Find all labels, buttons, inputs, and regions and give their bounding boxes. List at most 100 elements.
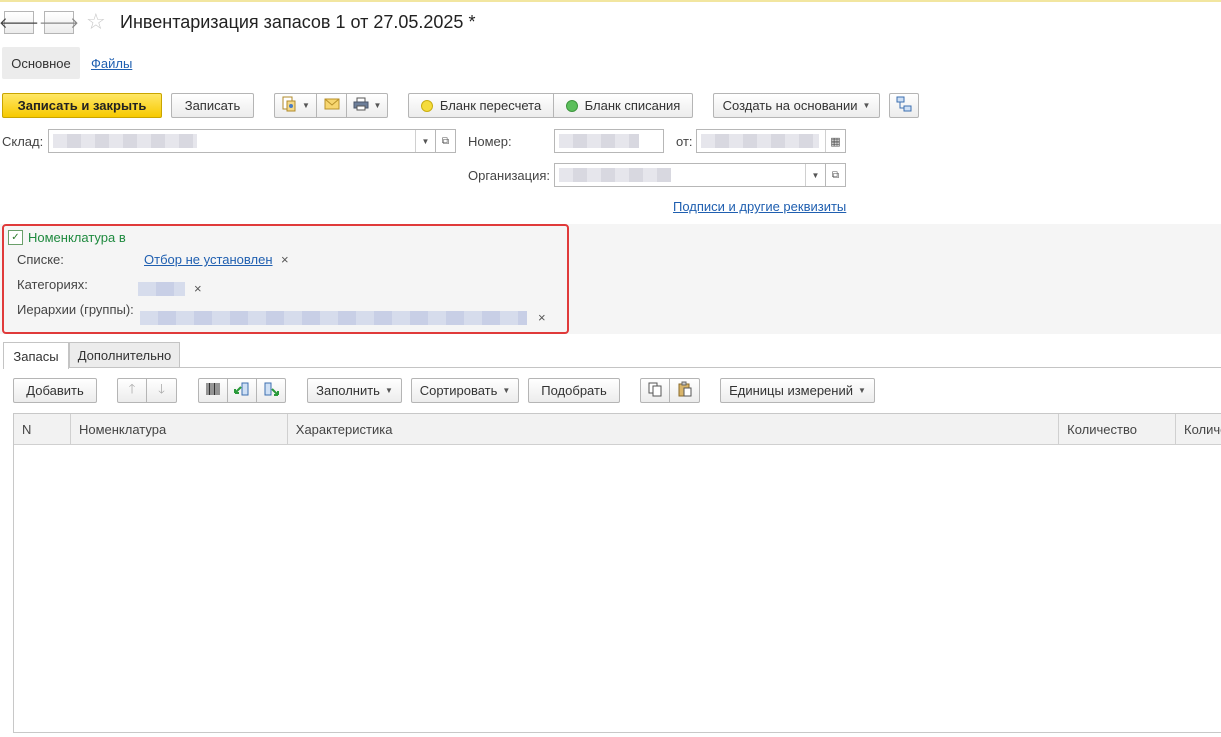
document-actions-group: ▼ ▼	[274, 93, 388, 118]
document-structure-icon	[281, 96, 297, 115]
clipboard-group	[640, 378, 700, 403]
favorite-star-icon[interactable]: ☆	[86, 9, 106, 35]
signatures-link[interactable]: Подписи и другие реквизиты	[673, 199, 846, 214]
hierarchy-icon	[896, 96, 912, 115]
warehouse-field[interactable]: ▼	[48, 129, 436, 153]
recount-form-label: Бланк пересчета	[439, 98, 542, 113]
save-and-close-button[interactable]: Записать и закрыть	[2, 93, 162, 118]
tab-stocks[interactable]: Запасы	[3, 342, 69, 369]
tab-additional[interactable]: Дополнительно	[69, 342, 180, 368]
clear-list-filter-icon[interactable]: ×	[281, 252, 289, 267]
tab-main[interactable]: Основное	[2, 47, 80, 79]
envelope-icon	[324, 98, 340, 113]
print-button[interactable]: ▼	[347, 93, 388, 118]
categories-filter-value-redacted[interactable]	[138, 282, 185, 296]
units-label: Единицы измерений	[729, 383, 853, 398]
number-label: Номер:	[468, 134, 512, 149]
hierarchy-filter-value-redacted[interactable]	[140, 311, 527, 325]
writeoff-form-label: Бланк списания	[584, 98, 681, 113]
arrow-down-icon: 🡓	[158, 380, 165, 396]
copy-rows-button[interactable]	[640, 378, 670, 403]
move-rows-group: 🡑 🡓	[117, 378, 177, 403]
forward-button[interactable]: 🡒	[39, 11, 79, 34]
load-from-terminal-button[interactable]	[228, 378, 257, 403]
arrow-up-icon: 🡑	[128, 380, 136, 396]
scan-tools-group	[198, 378, 286, 403]
arrow-right-icon: 🡒	[38, 15, 80, 32]
date-value-redacted	[701, 134, 819, 148]
column-header-quantity[interactable]: Количество	[1059, 414, 1177, 444]
tab-divider	[3, 367, 1221, 368]
organization-label: Организация:	[468, 168, 551, 183]
number-field[interactable]	[554, 129, 664, 153]
calendar-icon: ▦	[830, 135, 841, 148]
table-body[interactable]	[14, 445, 1221, 732]
collapse-group-button[interactable]: ✓	[8, 230, 23, 245]
page-title: Инвентаризация запасов 1 от 27.05.2025 *	[120, 12, 476, 32]
structure-button[interactable]	[889, 93, 919, 118]
move-down-button[interactable]: 🡓	[147, 378, 177, 403]
recount-form-button[interactable]: Бланк пересчета	[408, 93, 554, 118]
open-window-icon: ⧉	[831, 169, 840, 181]
arrow-left-icon: 🡐	[0, 15, 40, 32]
paste-rows-button[interactable]	[670, 378, 700, 403]
writeoff-form-button[interactable]: Бланк списания	[554, 93, 693, 118]
back-button[interactable]: 🡐	[0, 11, 39, 34]
warehouse-value-redacted	[53, 134, 197, 148]
column-header-characteristic[interactable]: Характеристика	[288, 414, 1060, 444]
categories-filter-label: Категориях:	[17, 277, 88, 292]
hierarchy-filter-label: Иерархии (группы):	[17, 302, 134, 317]
barcode-search-button[interactable]	[198, 378, 228, 403]
create-based-on-label: Создать на основании	[722, 98, 858, 113]
terminal-upload-icon	[263, 381, 279, 400]
date-label: от:	[676, 134, 693, 149]
date-field[interactable]: ▦	[696, 129, 846, 153]
organization-value-redacted	[559, 168, 671, 182]
related-docs-button[interactable]: ▼	[274, 93, 317, 118]
green-circle-icon	[565, 99, 578, 112]
clear-categories-filter-icon[interactable]: ×	[194, 281, 202, 296]
column-header-n[interactable]: N	[14, 414, 71, 444]
clear-hierarchy-filter-icon[interactable]: ×	[538, 310, 546, 325]
paste-icon	[677, 381, 693, 400]
warehouse-label: Склад:	[2, 134, 44, 149]
column-header-nomenclature[interactable]: Номенклатура	[71, 414, 288, 444]
window-top-border	[0, 0, 1221, 2]
pick-button[interactable]: Подобрать	[528, 378, 620, 403]
calendar-button[interactable]: ▦	[825, 130, 845, 152]
chevron-down-icon: ✓	[11, 232, 20, 243]
terminal-download-icon	[234, 381, 250, 400]
stocks-table[interactable]: N Номенклатура Характеристика Количество…	[13, 413, 1221, 733]
yellow-circle-icon	[420, 99, 433, 112]
list-filter-label: Списке:	[17, 252, 64, 267]
column-header-quantity-2[interactable]: Количество	[1176, 414, 1221, 444]
warehouse-open-button[interactable]: ⧉	[436, 129, 456, 153]
list-filter-value-link[interactable]: Отбор не установлен	[144, 252, 273, 267]
chevron-down-icon: ▼	[858, 386, 866, 395]
move-up-button[interactable]: 🡑	[117, 378, 147, 403]
print-forms-group: Бланк пересчета Бланк списания	[408, 93, 693, 118]
sort-button[interactable]: Сортировать ▼	[411, 378, 519, 403]
save-button[interactable]: Записать	[171, 93, 254, 118]
upload-to-terminal-button[interactable]	[257, 378, 286, 403]
fill-button[interactable]: Заполнить ▼	[307, 378, 402, 403]
filter-group-title: Номенклатура в	[28, 230, 126, 245]
chevron-down-icon: ▼	[502, 386, 511, 395]
organization-open-button[interactable]: ⧉	[826, 163, 846, 187]
printer-icon	[353, 97, 369, 114]
add-row-button[interactable]: Добавить	[13, 378, 97, 403]
organization-field[interactable]: ▼	[554, 163, 826, 187]
chevron-down-icon: ▼	[862, 101, 871, 110]
barcode-icon	[205, 382, 221, 399]
create-based-on-button[interactable]: Создать на основании ▼	[713, 93, 880, 118]
open-window-icon: ⧉	[441, 135, 450, 147]
units-button[interactable]: Единицы измерений ▼	[720, 378, 875, 403]
send-email-button[interactable]	[317, 93, 347, 118]
sort-label: Сортировать	[419, 383, 498, 398]
fill-label: Заполнить	[316, 383, 380, 398]
organization-dropdown-button[interactable]: ▼	[805, 164, 825, 186]
table-header: N Номенклатура Характеристика Количество…	[14, 414, 1221, 445]
number-value-redacted	[559, 134, 639, 148]
tab-files-link[interactable]: Файлы	[91, 56, 132, 71]
warehouse-dropdown-button[interactable]: ▼	[415, 130, 435, 152]
